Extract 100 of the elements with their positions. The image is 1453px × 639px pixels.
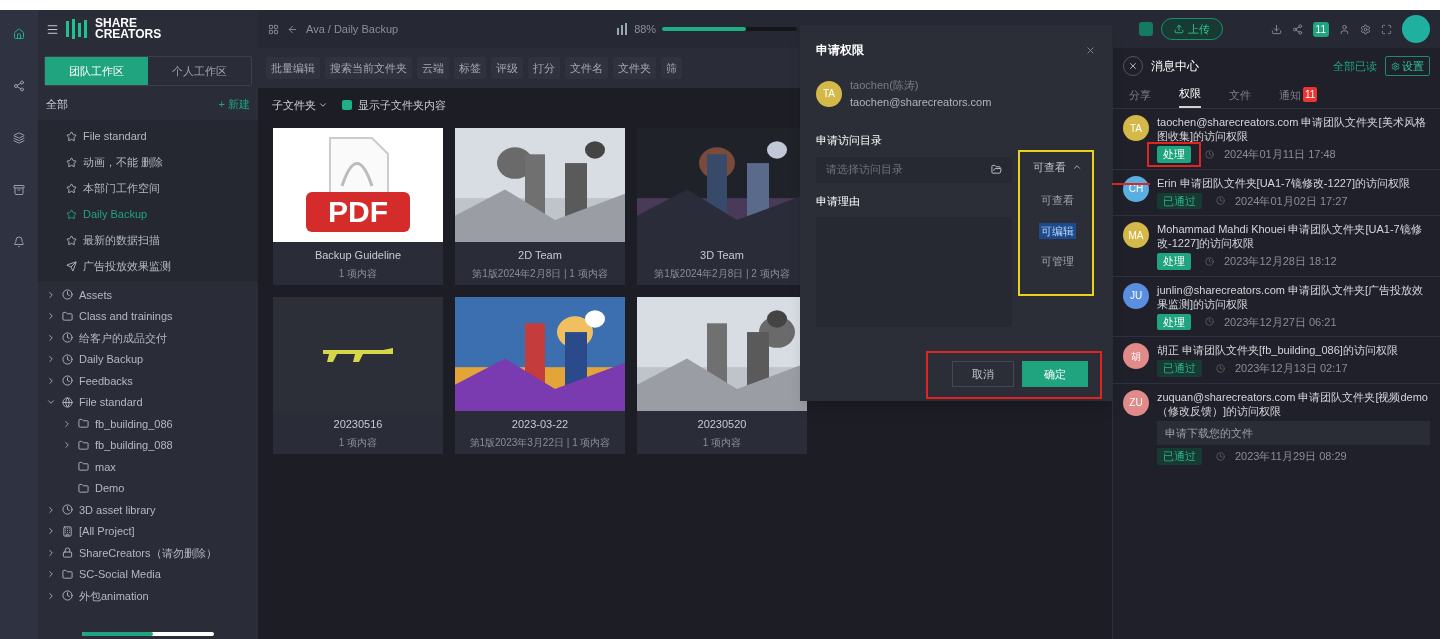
caret-icon[interactable] [46,289,56,300]
share-icon[interactable] [13,80,25,92]
file-card[interactable]: 2D Team 第1版2024年2月8日 | 1 项内容 [455,128,625,285]
toolbar-button[interactable]: 打分 [528,57,560,79]
upload-button[interactable]: 上传 [1160,18,1223,40]
cancel-button[interactable]: 取消 [952,361,1014,387]
message-item[interactable]: ZU zuquan@sharecreators.com 申请团队文件夹[视频demo（修改反馈）]的访问权限 申请下载您的文件 已通过 2023年11月29日 08:29 [1113,382,1440,471]
caret-icon[interactable] [46,569,56,580]
tree-item[interactable]: Assets [38,284,258,306]
caret-icon[interactable] [46,590,56,601]
tree-item[interactable]: [All Project] [38,520,258,542]
bell-icon[interactable] [13,236,25,248]
mark-all-read-link[interactable]: 全部已读 [1333,57,1377,75]
tree-item[interactable]: Demo [38,477,258,499]
layers-icon[interactable] [13,132,25,144]
pinned-item[interactable]: 广告投放效果监测 [38,253,258,279]
panel-tab[interactable]: 分享 [1129,86,1151,108]
tree-item[interactable]: Daily Backup [38,348,258,370]
tree-item[interactable]: SC-Social Media [38,563,258,585]
app-tile-icon[interactable] [1138,22,1153,36]
caret-icon[interactable] [46,311,56,322]
share-icon[interactable] [1291,23,1303,35]
tree-item[interactable]: fb_building_088 [38,434,258,456]
caret-icon[interactable] [46,504,56,515]
tree-item[interactable]: fb_building_086 [38,413,258,435]
pinned-item[interactable]: Daily Backup [38,201,258,227]
tree-item[interactable]: Class and trainings [38,305,258,327]
grid-icon[interactable] [268,23,279,35]
caret-icon[interactable] [46,332,56,343]
panel-tab[interactable]: 权限 [1179,84,1201,108]
message-time: 2023年12月27日 06:21 [1224,314,1337,330]
back-icon[interactable] [287,23,298,35]
tree-item[interactable]: ShareCreators（请勿删除） [38,542,258,564]
pinned-item[interactable]: 本部门工作空间 [38,175,258,201]
settings-icon[interactable] [1360,23,1371,35]
pinned-item[interactable]: 最新的数据扫描 [38,227,258,253]
pinned-item[interactable]: File standard [38,123,258,149]
message-text: Mohammad Mahdi Khouei 申请团队文件夹[UA1-7镜修改-1227]的访问权限 [1157,222,1423,250]
toolbar-button[interactable]: 搜索当前文件夹 [325,57,412,79]
archive-icon[interactable] [13,184,25,196]
tree-item[interactable]: Feedbacks [38,370,258,392]
caret-icon[interactable] [62,418,72,429]
workspace-tab[interactable]: 个人工作区 [148,57,251,85]
file-card[interactable]: 20230520 1 项内容 [637,297,807,454]
message-item[interactable]: JU junlin@sharecreators.com 申请团队文件夹[广告投放效果监测]的访问权限 处理 2023年12月27日 06:21 [1113,275,1440,336]
avatar[interactable] [1402,15,1430,43]
permission-option[interactable]: 可查看 [1038,192,1076,209]
close-icon[interactable] [1085,44,1096,56]
file-card[interactable]: 2023-03-22 第1版2023年3月22日 | 1 项内容 [455,297,625,454]
toolbar-button[interactable]: 云端 [417,57,449,79]
pinned-item[interactable]: 动画，不能 删除 [38,149,258,175]
clock-icon [62,375,73,387]
panel-tab[interactable]: 通知 11 [1279,86,1318,108]
folder-icon[interactable] [991,164,1002,175]
zoom-slider[interactable] [662,27,798,31]
home-icon[interactable] [13,28,25,40]
toolbar-button[interactable]: 评级 [491,57,523,79]
fullscreen-icon[interactable] [1381,23,1392,35]
tree-item[interactable]: 给客户的成品交付 [38,327,258,349]
file-card[interactable]: PDF Backup Guideline 1 项内容 [273,128,443,285]
permission-option[interactable]: 可管理 [1038,253,1076,270]
file-card[interactable]: 20230516 1 项内容 [273,297,443,454]
status-tag[interactable]: 已通过 [1157,448,1202,465]
panel-tab[interactable]: 文件 [1229,86,1251,108]
caret-icon[interactable] [46,526,56,537]
scrollbar-thumb[interactable] [82,632,154,636]
tree-label: Assets [79,287,112,303]
settings-button[interactable]: 设置 [1385,56,1430,76]
toolbar-button[interactable]: 筛 [661,57,682,79]
panel-title: 消息中心 [1151,58,1199,75]
user-icon[interactable] [1339,23,1350,35]
toolbar-button[interactable]: 批量编辑 [266,57,320,79]
folder-icon [78,439,89,451]
caret-icon[interactable] [46,547,56,558]
message-item[interactable]: TA taochen@sharecreators.com 申请团队文件夹[美术风格图收集]的访问权限 处理 2024年01月11日 17:48 [1113,108,1440,169]
status-tag[interactable]: 已通过 [1157,360,1202,377]
subfolder-dropdown[interactable]: 子文件夹 [272,96,328,114]
clock-icon [1205,317,1214,327]
message-item[interactable]: 胡 胡正 申请团队文件夹[fb_building_086]的访问权限 已通过 2023年12月13日 02:17 [1113,336,1440,383]
download-icon[interactable] [1270,23,1282,35]
pinned-label: Daily Backup [83,206,148,222]
tree-item[interactable]: 3D asset library [38,499,258,521]
menu-icon[interactable] [46,22,59,36]
tree-item[interactable]: 外包animation [38,585,258,607]
toolbar-button[interactable]: 文件夹 [613,57,656,79]
toolbar-button[interactable]: 文件名 [565,57,608,79]
tree-item[interactable]: max [38,456,258,478]
status-tag[interactable]: 已通过 [1157,192,1202,209]
pinned-label: 最新的数据扫描 [83,232,160,248]
upload-icon [1173,24,1184,34]
permission-dropdown[interactable]: 可查看 [1032,154,1082,180]
caret-icon[interactable] [46,375,56,386]
tree-item[interactable]: File standard [38,391,258,413]
checkbox[interactable] [342,100,352,110]
message-item[interactable]: MA Mohammad Mahdi Khouei 申请团队文件夹[UA1-7镜修改-1227]的访问权限 处理 2023年12月28日 18:12 [1113,215,1440,276]
caret-icon[interactable] [46,354,56,365]
new-button[interactable]: + 新建 [218,95,250,113]
permission-option[interactable]: 可编辑 [1038,222,1076,239]
toolbar-button[interactable]: 标签 [454,57,486,79]
caret-icon[interactable] [62,440,72,451]
